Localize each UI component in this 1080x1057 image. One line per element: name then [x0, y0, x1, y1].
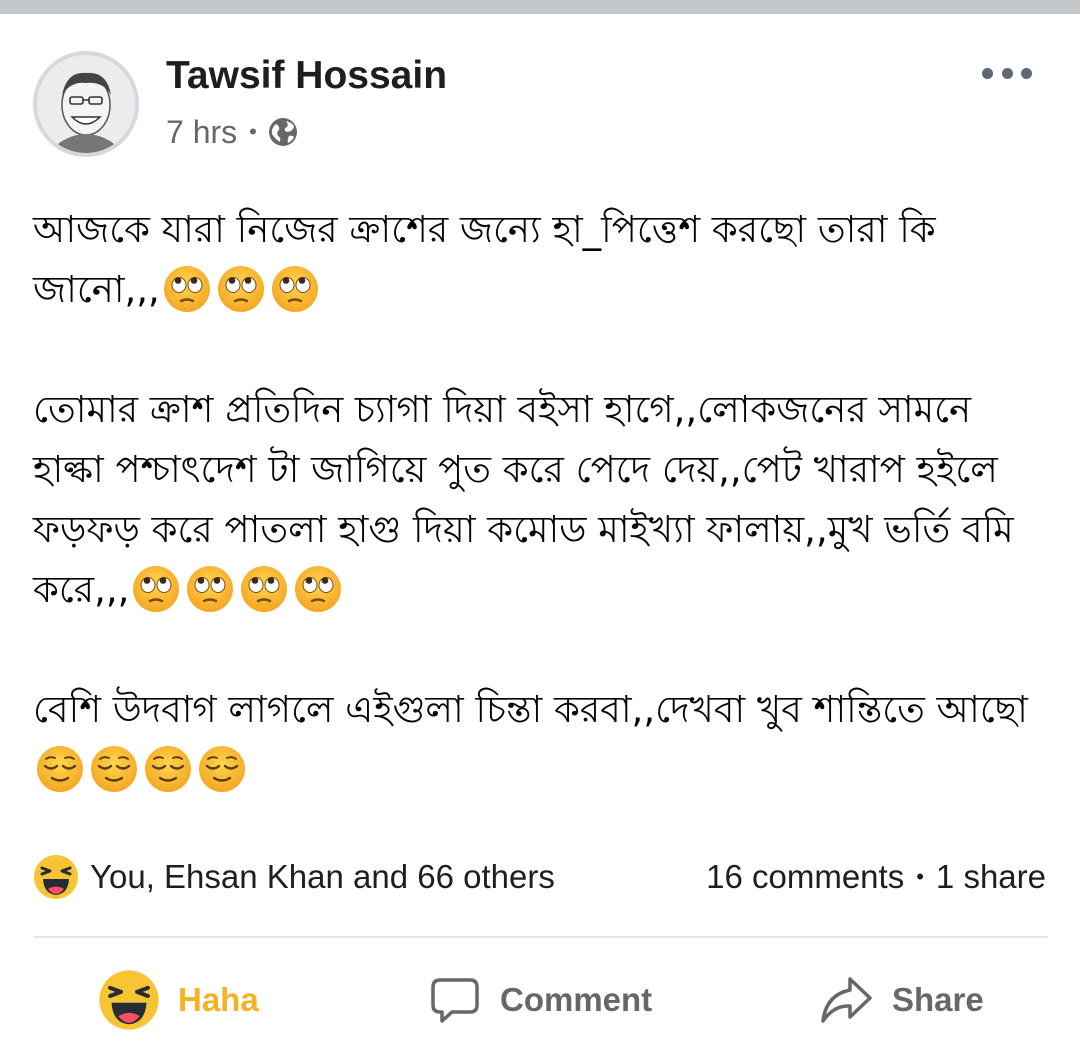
face-with-rolling-eyes-icon [241, 565, 288, 612]
face-with-rolling-eyes-icon [187, 565, 234, 612]
reactions-bar: You, Ehsan Khan and 66 others 16 comment… [0, 850, 1080, 904]
relieved-face-icon [199, 745, 245, 792]
meta-separator: • [249, 119, 257, 144]
avatar[interactable] [33, 51, 139, 157]
post-header: Tawsif Hossain 7 hrs • [0, 14, 1080, 174]
comment-label: Comment [500, 981, 653, 1018]
globe-icon[interactable] [267, 116, 299, 148]
comment-button[interactable]: Comment [428, 968, 652, 1032]
divider [33, 936, 1048, 938]
share-icon [821, 977, 872, 1023]
relieved-face-icon [37, 745, 83, 792]
emoji-group [162, 265, 324, 317]
comments-count[interactable]: 16 comments [706, 857, 904, 897]
haha-reaction-icon[interactable] [33, 854, 79, 900]
top-strip [0, 0, 1080, 14]
face-with-rolling-eyes-icon [133, 565, 180, 612]
comment-icon [431, 978, 479, 1023]
post-paragraph-2: তোমার ক্রাশ প্রতিদিন চ্যাগা দিয়া বইসা হ… [33, 380, 1053, 620]
post-paragraph-3: বেশি উদবাগ লাগলে এইগুলা চিন্তা করবা,,দেখ… [33, 680, 1053, 800]
emoji-group [35, 745, 251, 797]
counts-separator: • [916, 864, 924, 889]
share-label: Share [892, 981, 984, 1018]
author-name[interactable]: Tawsif Hossain [166, 54, 447, 98]
post-paragraph-text: বেশি উদবাগ লাগলে এইগুলা চিন্তা করবা,,দেখ… [33, 688, 1028, 731]
haha-label: Haha [178, 981, 259, 1018]
relieved-face-icon [91, 745, 137, 792]
emoji-group [131, 565, 347, 617]
engagement-counts: 16 comments • 1 share [706, 857, 1046, 897]
caricature-avatar-icon [37, 55, 135, 153]
face-with-rolling-eyes-icon [295, 565, 342, 612]
more-options-icon[interactable] [982, 66, 1032, 80]
face-with-rolling-eyes-icon [217, 265, 264, 312]
post-paragraph-1: আজকে যারা নিজের ক্রাশের জন্যে হা_পিত্তেশ… [33, 200, 1053, 320]
face-with-rolling-eyes-icon [271, 265, 318, 312]
face-with-rolling-eyes-icon [163, 265, 210, 312]
share-button[interactable]: Share [818, 968, 984, 1032]
reactions-summary[interactable]: You, Ehsan Khan and 66 others [90, 857, 555, 897]
relieved-face-icon [145, 745, 191, 792]
shares-count[interactable]: 1 share [936, 857, 1046, 897]
post-body: আজকে যারা নিজের ক্রাশের জন্যে হা_পিত্তেশ… [33, 200, 1053, 800]
post-meta: 7 hrs • [166, 112, 299, 152]
haha-icon [99, 970, 159, 1030]
haha-button[interactable]: Haha [98, 968, 259, 1032]
post-time[interactable]: 7 hrs [166, 114, 237, 151]
action-bar: Haha Comment Share [0, 950, 1080, 1050]
